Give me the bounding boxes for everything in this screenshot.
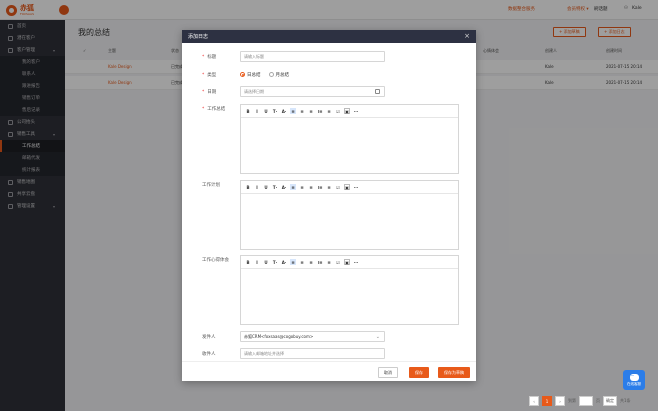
chat-icon	[629, 373, 639, 381]
summary-editor[interactable]: B I U T· A· ≡ ≡ ≡ ⁝≡ ≡ ☑ ▣ ···	[240, 104, 459, 174]
align-center-icon[interactable]: ≡	[299, 259, 305, 265]
align-center-icon[interactable]: ≡	[299, 108, 305, 114]
date-placeholder: 请选择日期	[244, 88, 264, 94]
bold-icon[interactable]: B	[245, 184, 251, 190]
save-draft-button[interactable]: 保存为草稿	[438, 367, 470, 378]
align-right-icon[interactable]: ≡	[308, 259, 314, 265]
bold-icon[interactable]: B	[245, 108, 251, 114]
more-icon[interactable]: ···	[353, 108, 359, 114]
italic-icon[interactable]: I	[254, 184, 260, 190]
underline-icon[interactable]: U	[263, 108, 269, 114]
radio-on-icon	[240, 72, 245, 77]
modal-header: 添加日志 ×	[182, 30, 476, 43]
sender-value: 赤狐CRM<foxsaas@cogobuy.com>	[244, 333, 314, 339]
plan-label: 工作计划	[202, 183, 220, 188]
align-right-icon[interactable]: ≡	[308, 108, 314, 114]
align-center-icon[interactable]: ≡	[299, 184, 305, 190]
type-radio-group: 日总结 月总结	[240, 72, 289, 78]
italic-icon[interactable]: I	[254, 108, 260, 114]
font-size-icon[interactable]: T·	[272, 108, 278, 114]
page-number[interactable]: 1	[542, 396, 552, 406]
plan-editor[interactable]: B I U T· A· ≡ ≡ ≡ ⁝≡ ≡ ☑ ▣ ···	[240, 180, 459, 250]
title-input[interactable]: 请输入标题	[240, 51, 385, 62]
underline-icon[interactable]: U	[263, 259, 269, 265]
chevron-down-icon: ⌄	[375, 334, 380, 340]
align-left-icon[interactable]: ≡	[290, 259, 296, 265]
confirm-page-button[interactable]: 确定	[603, 396, 617, 406]
radio-daily[interactable]: 日总结	[240, 72, 261, 78]
italic-icon[interactable]: I	[254, 259, 260, 265]
align-right-icon[interactable]: ≡	[308, 184, 314, 190]
goto-label: 到第	[568, 398, 576, 403]
mood-label: 工作心得体会	[202, 258, 229, 263]
font-size-icon[interactable]: T·	[272, 184, 278, 190]
modal-title: 添加日志	[188, 34, 209, 40]
table-icon[interactable]: ☑	[335, 108, 341, 114]
list-icon[interactable]: ⁝≡	[317, 108, 323, 114]
editor-toolbar: B I U T· A· ≡ ≡ ≡ ⁝≡ ≡ ☑ ▣ ···	[241, 256, 458, 269]
sender-label: 发件人	[202, 335, 216, 340]
summary-label: * 工作总结	[202, 107, 226, 112]
align-left-icon[interactable]: ≡	[290, 108, 296, 114]
image-icon[interactable]: ▣	[344, 108, 350, 114]
online-support-button[interactable]: 在线客服	[623, 370, 645, 390]
editor-toolbar: B I U T· A· ≡ ≡ ≡ ⁝≡ ≡ ☑ ▣ ···	[241, 105, 458, 118]
table-icon[interactable]: ☑	[335, 259, 341, 265]
editor-toolbar: B I U T· A· ≡ ≡ ≡ ⁝≡ ≡ ☑ ▣ ···	[241, 181, 458, 194]
calendar-icon	[375, 89, 380, 94]
list-icon[interactable]: ⁝≡	[317, 184, 323, 190]
save-button[interactable]: 保存	[409, 367, 429, 378]
radio-monthly[interactable]: 月总结	[268, 72, 289, 78]
underline-icon[interactable]: U	[263, 184, 269, 190]
page-unit: 页	[596, 398, 600, 403]
indent-icon[interactable]: ≡	[326, 108, 332, 114]
image-icon[interactable]: ▣	[344, 184, 350, 190]
chat-label: 在线客服	[627, 381, 641, 386]
font-color-icon[interactable]: A·	[281, 184, 287, 190]
font-color-icon[interactable]: A·	[281, 259, 287, 265]
next-page-button[interactable]: ›	[555, 396, 565, 406]
mood-editor[interactable]: B I U T· A· ≡ ≡ ≡ ⁝≡ ≡ ☑ ▣ ···	[240, 255, 459, 325]
radio-off-icon	[268, 72, 274, 77]
indent-icon[interactable]: ≡	[326, 259, 332, 265]
prev-page-button[interactable]: ‹	[529, 396, 539, 406]
date-label: * 日期	[202, 90, 217, 95]
type-label: * 类型	[202, 73, 217, 78]
cancel-button[interactable]: 取消	[378, 367, 398, 378]
receiver-label: 收件人	[202, 352, 216, 357]
indent-icon[interactable]: ≡	[326, 184, 332, 190]
sender-select[interactable]: 赤狐CRM<foxsaas@cogobuy.com> ⌄	[240, 331, 385, 342]
font-color-icon[interactable]: A·	[281, 108, 287, 114]
total-count: 共1条	[620, 398, 631, 403]
list-icon[interactable]: ⁝≡	[317, 259, 323, 265]
title-label: * 标题	[202, 55, 217, 60]
add-log-modal: 添加日志 × * 标题 请输入标题 * 类型 日总结 月总结 * 日期 请选择日期 *…	[182, 30, 476, 381]
more-icon[interactable]: ···	[353, 259, 359, 265]
date-picker[interactable]: 请选择日期	[240, 86, 385, 97]
font-size-icon[interactable]: T·	[272, 259, 278, 265]
pagination: ‹ 1 › 到第 页 确定 共1条	[529, 396, 631, 406]
align-left-icon[interactable]: ≡	[290, 184, 296, 190]
goto-input[interactable]	[579, 396, 593, 406]
receiver-input[interactable]: 请输入邮箱地址并选择	[240, 348, 385, 359]
image-icon[interactable]: ▣	[344, 259, 350, 265]
close-icon[interactable]: ×	[464, 32, 470, 40]
table-icon[interactable]: ☑	[335, 184, 341, 190]
bold-icon[interactable]: B	[245, 259, 251, 265]
modal-footer: 取消 保存 保存为草稿	[182, 361, 476, 381]
more-icon[interactable]: ···	[353, 184, 359, 190]
